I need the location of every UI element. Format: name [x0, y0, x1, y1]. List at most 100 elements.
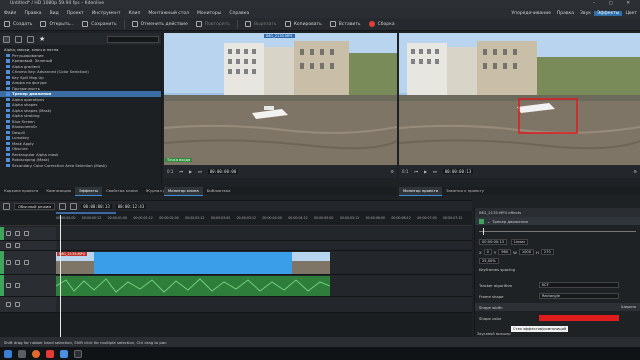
settings-icon[interactable]: ⚙: [390, 169, 394, 174]
shape-color-swatch[interactable]: [539, 315, 619, 321]
menu-item[interactable]: Клип: [124, 11, 144, 16]
chevron-down-icon[interactable]: ⌄: [487, 219, 490, 224]
interpolation-select[interactable]: Linear: [510, 239, 529, 245]
menu-item[interactable]: Инструмент: [88, 11, 125, 16]
rect-x[interactable]: 0: [483, 249, 492, 255]
playhead[interactable]: [60, 215, 61, 337]
effect-enable-checkbox[interactable]: [479, 218, 484, 224]
effect-timecode[interactable]: 00:00:00:13: [479, 239, 507, 245]
timeline-position[interactable]: 00:00:00:13: [81, 203, 112, 209]
record-icon: [368, 21, 375, 27]
dock-tab[interactable]: Заметки к проекту: [442, 187, 488, 195]
paste-button[interactable]: Вставить: [326, 19, 365, 30]
play-icon[interactable]: ▶: [424, 169, 427, 174]
rect-h[interactable]: 270: [540, 249, 554, 255]
spacer-tool-icon[interactable]: [70, 202, 78, 210]
mute-icon[interactable]: [15, 302, 20, 307]
skip-forward-icon[interactable]: ⏭: [198, 169, 202, 174]
save-button[interactable]: Сохранить: [78, 19, 120, 30]
start-menu-icon[interactable]: [4, 349, 12, 358]
effects-search-input[interactable]: [107, 35, 159, 43]
dock-tab[interactable]: Корзина проекта: [0, 187, 42, 195]
dock-tab[interactable]: Композиции: [42, 187, 75, 195]
workspace-tab[interactable]: Эффекты: [593, 10, 623, 16]
timeline-ruler[interactable]: 00:00:00:00 00:00:00:12 00:00:01:00 00:00:0…: [0, 215, 472, 226]
menu-item[interactable]: Справка: [225, 11, 253, 16]
project-timecode[interactable]: 00:00:00:13: [442, 169, 474, 174]
lock-icon[interactable]: [6, 283, 11, 288]
mute-icon[interactable]: [15, 243, 20, 248]
workspace-tab[interactable]: Правка: [554, 11, 577, 16]
eye-icon[interactable]: [15, 231, 20, 236]
dock-tab[interactable]: Свойства клипа: [102, 187, 142, 195]
clip-timecode[interactable]: 00:00:00:00: [207, 169, 239, 174]
audio-mixer-tab[interactable]: Звуковой микшер: [477, 332, 511, 336]
rect-y[interactable]: 960: [498, 249, 512, 255]
effect-keyframe-bar[interactable]: [475, 225, 640, 237]
clip-label: IMG_2135.MP4: [57, 252, 87, 256]
video-clip[interactable]: IMG_2135.MP4: [56, 252, 330, 274]
dock-tab[interactable]: Библиотека: [203, 187, 235, 195]
new-button[interactable]: Создать: [0, 19, 36, 30]
open-button[interactable]: Открыть...: [36, 19, 78, 30]
play-icon[interactable]: ▶: [189, 169, 192, 174]
redo-button[interactable]: Повторить: [192, 19, 234, 30]
workspace-tab[interactable]: Цвет: [622, 11, 640, 16]
lock-icon[interactable]: [6, 260, 11, 265]
eye-icon[interactable]: [15, 260, 20, 265]
workspace-tab[interactable]: Упорядочивание: [508, 11, 554, 16]
rect-w[interactable]: 1000: [518, 249, 535, 255]
favorites-star-icon[interactable]: ★: [39, 35, 46, 43]
file-manager-icon[interactable]: [18, 349, 26, 358]
terminal-icon[interactable]: [74, 349, 82, 358]
audio-clip[interactable]: [55, 276, 331, 296]
tracker-algo-select[interactable]: KCF: [539, 282, 619, 288]
app-icon[interactable]: [46, 349, 54, 358]
audio-effects-icon[interactable]: [15, 35, 22, 43]
menu-item[interactable]: Вид: [46, 11, 63, 16]
menu-item[interactable]: Файл: [0, 11, 20, 16]
dock-tab[interactable]: Монитор проекта: [399, 186, 443, 196]
window-controls[interactable]: – ▢ ✕: [593, 0, 636, 8]
lock-icon[interactable]: [6, 302, 11, 307]
select-tool-icon[interactable]: [3, 202, 10, 210]
project-zoom[interactable]: 0:1: [402, 169, 408, 174]
frame-shape-select[interactable]: Rectangle: [539, 293, 619, 299]
new-label: Создать: [13, 21, 33, 27]
menu-item[interactable]: Правка: [20, 11, 45, 16]
copy-button[interactable]: Копировать: [281, 19, 326, 30]
timeline-empty-area[interactable]: [0, 313, 472, 337]
settings-icon[interactable]: ⚙: [633, 169, 637, 174]
menu-item[interactable]: Проект: [63, 11, 88, 16]
clip-zoom[interactable]: 0:1: [167, 169, 173, 174]
menu-item[interactable]: Монтажный стол: [144, 11, 193, 16]
mute-icon[interactable]: [24, 231, 29, 236]
effect-list-item[interactable]: Secondary Color Correction Area Selectio…: [0, 163, 161, 169]
toolbar-divider: [123, 19, 125, 29]
mute-icon[interactable]: [15, 283, 20, 288]
render-button[interactable]: Сборка: [365, 19, 399, 30]
undo-button[interactable]: Отменить действие: [128, 19, 192, 30]
mute-icon[interactable]: [24, 260, 29, 265]
opacity-field[interactable]: 25,00%: [479, 258, 499, 264]
effect-header[interactable]: ⌄ Трекер движения: [475, 217, 640, 225]
zone-bar[interactable]: [56, 212, 116, 214]
firefox-icon[interactable]: [32, 349, 40, 358]
kdenlive-icon[interactable]: [60, 349, 68, 358]
track-header: [0, 241, 56, 250]
lock-icon[interactable]: [6, 243, 11, 248]
skip-forward-icon[interactable]: ⏭: [433, 169, 437, 174]
custom-effects-icon[interactable]: [27, 35, 34, 43]
cut-tool-icon[interactable]: [59, 202, 67, 210]
video-effects-icon[interactable]: [3, 35, 10, 43]
skip-back-icon[interactable]: ⏮: [414, 169, 418, 174]
dock-tab[interactable]: Монитор клипа: [164, 186, 203, 196]
timeline-mode-select[interactable]: Обычный режим: [14, 202, 56, 210]
menu-item[interactable]: Мониторы: [193, 11, 225, 16]
cut-button[interactable]: Вырезать: [241, 19, 281, 30]
dock-tab[interactable]: Эффекты: [75, 186, 103, 196]
workspace-tab[interactable]: Звук: [577, 11, 594, 16]
skip-back-icon[interactable]: ⏮: [179, 169, 183, 174]
lock-icon[interactable]: [6, 231, 11, 236]
shape-width-value[interactable]: Ширина: [621, 305, 636, 309]
